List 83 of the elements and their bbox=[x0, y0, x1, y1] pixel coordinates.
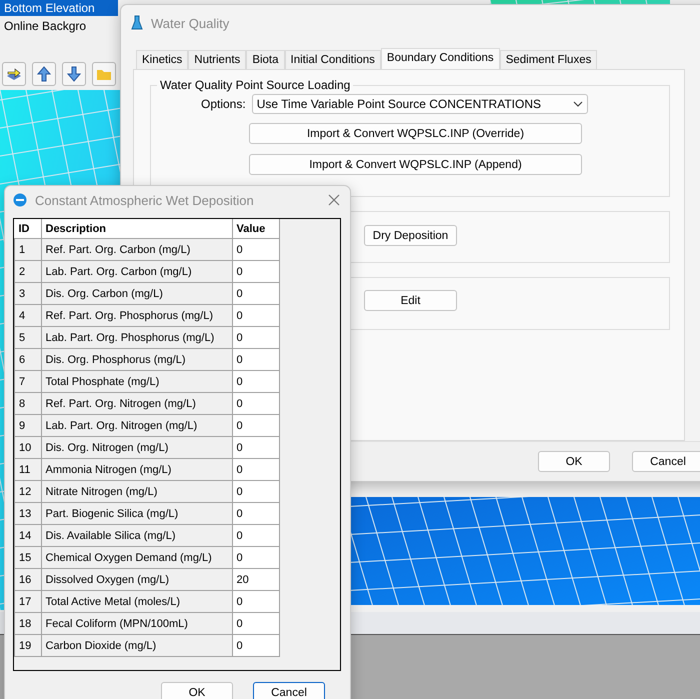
table-cell: Ref. Part. Org. Nitrogen (mg/L) bbox=[41, 392, 232, 414]
table-cell: Lab. Part. Org. Nitrogen (mg/L) bbox=[41, 414, 232, 436]
table-cell: 2 bbox=[14, 260, 41, 282]
tab[interactable]: Initial Conditions bbox=[284, 50, 381, 69]
dialog-title: Constant Atmospheric Wet Deposition bbox=[35, 192, 254, 208]
table-cell[interactable]: 0 bbox=[232, 480, 279, 502]
table-cell: Ammonia Nitrogen (mg/L) bbox=[41, 458, 232, 480]
table-cell: 16 bbox=[14, 568, 41, 590]
table-cell[interactable]: 0 bbox=[232, 260, 279, 282]
group-legend: Water Quality Point Source Loading bbox=[157, 78, 354, 92]
table-cell: Dis. Org. Carbon (mg/L) bbox=[41, 282, 232, 304]
dry-deposition-button[interactable]: Dry Deposition bbox=[364, 225, 457, 246]
table-cell: Fecal Coliform (MPN/100mL) bbox=[41, 612, 232, 634]
tab[interactable]: Boundary Conditions bbox=[380, 48, 500, 70]
table-cell[interactable]: 20 bbox=[232, 568, 279, 590]
chevron-icon bbox=[572, 101, 583, 107]
table-cell: 9 bbox=[14, 414, 41, 436]
table-cell: 18 bbox=[14, 612, 41, 634]
table-cell[interactable]: 0 bbox=[232, 524, 279, 546]
table-cell: 4 bbox=[14, 304, 41, 326]
table-cell[interactable]: 0 bbox=[232, 414, 279, 436]
table-cell[interactable]: 0 bbox=[232, 238, 279, 260]
close-icon[interactable] bbox=[328, 194, 340, 206]
window-title: Water Quality bbox=[151, 16, 230, 30]
table-cell[interactable]: 0 bbox=[232, 502, 279, 524]
table-cell[interactable]: 0 bbox=[232, 590, 279, 612]
layer-item[interactable]: Online Backgro bbox=[0, 18, 118, 34]
import-button[interactable]: Import & Convert WQPSLC.INP (Append) bbox=[249, 154, 582, 175]
table-cell: 11 bbox=[14, 458, 41, 480]
table-cell: 10 bbox=[14, 436, 41, 458]
table-cell: Total Phosphate (mg/L) bbox=[41, 370, 232, 392]
layers-icon[interactable] bbox=[2, 62, 26, 86]
ok-button[interactable]: OK bbox=[161, 682, 233, 699]
table-cell[interactable]: 0 bbox=[232, 612, 279, 634]
table-cell[interactable]: 0 bbox=[232, 392, 279, 414]
table-cell[interactable]: 0 bbox=[232, 370, 279, 392]
table-cell: Dis. Org. Phosphorus (mg/L) bbox=[41, 348, 232, 370]
table-cell: Dis. Org. Nitrogen (mg/L) bbox=[41, 436, 232, 458]
table-cell: Part. Biogenic Silica (mg/L) bbox=[41, 502, 232, 524]
layer-item[interactable]: Bottom Elevation bbox=[0, 0, 118, 16]
flask-icon bbox=[131, 15, 143, 31]
table-cell: Chemical Oxygen Demand (mg/L) bbox=[41, 546, 232, 568]
tab[interactable]: Biota bbox=[246, 50, 285, 69]
table-cell: 14 bbox=[14, 524, 41, 546]
table-cell: 7 bbox=[14, 370, 41, 392]
table-cell[interactable]: 0 bbox=[232, 348, 279, 370]
table-cell: Lab. Part. Org. Carbon (mg/L) bbox=[41, 260, 232, 282]
table-cell: Ref. Part. Org. Carbon (mg/L) bbox=[41, 238, 232, 260]
edit-button[interactable]: Edit bbox=[364, 290, 457, 311]
tab[interactable]: Kinetics bbox=[136, 50, 188, 69]
table-cell: Carbon Dioxide (mg/L) bbox=[41, 634, 232, 656]
table-cell[interactable]: 0 bbox=[232, 436, 279, 458]
table-cell[interactable]: 0 bbox=[232, 326, 279, 348]
table-cell: 12 bbox=[14, 480, 41, 502]
table-cell: 13 bbox=[14, 502, 41, 524]
table-cell: 3 bbox=[14, 282, 41, 304]
table-cell: 5 bbox=[14, 326, 41, 348]
table-cell[interactable]: 0 bbox=[232, 546, 279, 568]
table-cell: Dis. Available Silica (mg/L) bbox=[41, 524, 232, 546]
table-cell: 15 bbox=[14, 546, 41, 568]
table-cell: 17 bbox=[14, 590, 41, 612]
ok-button[interactable]: OK bbox=[538, 451, 610, 472]
table-cell: Total Active Metal (moles/L) bbox=[41, 590, 232, 612]
table-cell[interactable]: 0 bbox=[232, 458, 279, 480]
import-button[interactable]: Import & Convert WQPSLC.INP (Override) bbox=[249, 123, 582, 144]
table-cell: Lab. Part. Org. Phosphorus (mg/L) bbox=[41, 326, 232, 348]
options-dropdown[interactable]: Use Time Variable Point Source CONCENTRATIONS bbox=[252, 94, 588, 114]
table-cell[interactable]: 0 bbox=[232, 304, 279, 326]
tab[interactable]: Sediment Fluxes bbox=[500, 50, 598, 69]
cancel-button[interactable]: Cancel bbox=[253, 682, 325, 699]
minus-circle-icon bbox=[13, 193, 27, 207]
options-label: Options: bbox=[201, 97, 246, 111]
table-cell[interactable]: 0 bbox=[232, 282, 279, 304]
table-cell: Ref. Part. Org. Phosphorus (mg/L) bbox=[41, 304, 232, 326]
table-cell[interactable]: 0 bbox=[232, 634, 279, 656]
cancel-button[interactable]: Cancel bbox=[632, 451, 700, 472]
table-cell: 8 bbox=[14, 392, 41, 414]
table-cell: 1 bbox=[14, 238, 41, 260]
table-cell: Dissolved Oxygen (mg/L) bbox=[41, 568, 232, 590]
table-cell: 6 bbox=[14, 348, 41, 370]
table-cell: 19 bbox=[14, 634, 41, 656]
tab[interactable]: Nutrients bbox=[188, 50, 246, 69]
table-cell: Nitrate Nitrogen (mg/L) bbox=[41, 480, 232, 502]
